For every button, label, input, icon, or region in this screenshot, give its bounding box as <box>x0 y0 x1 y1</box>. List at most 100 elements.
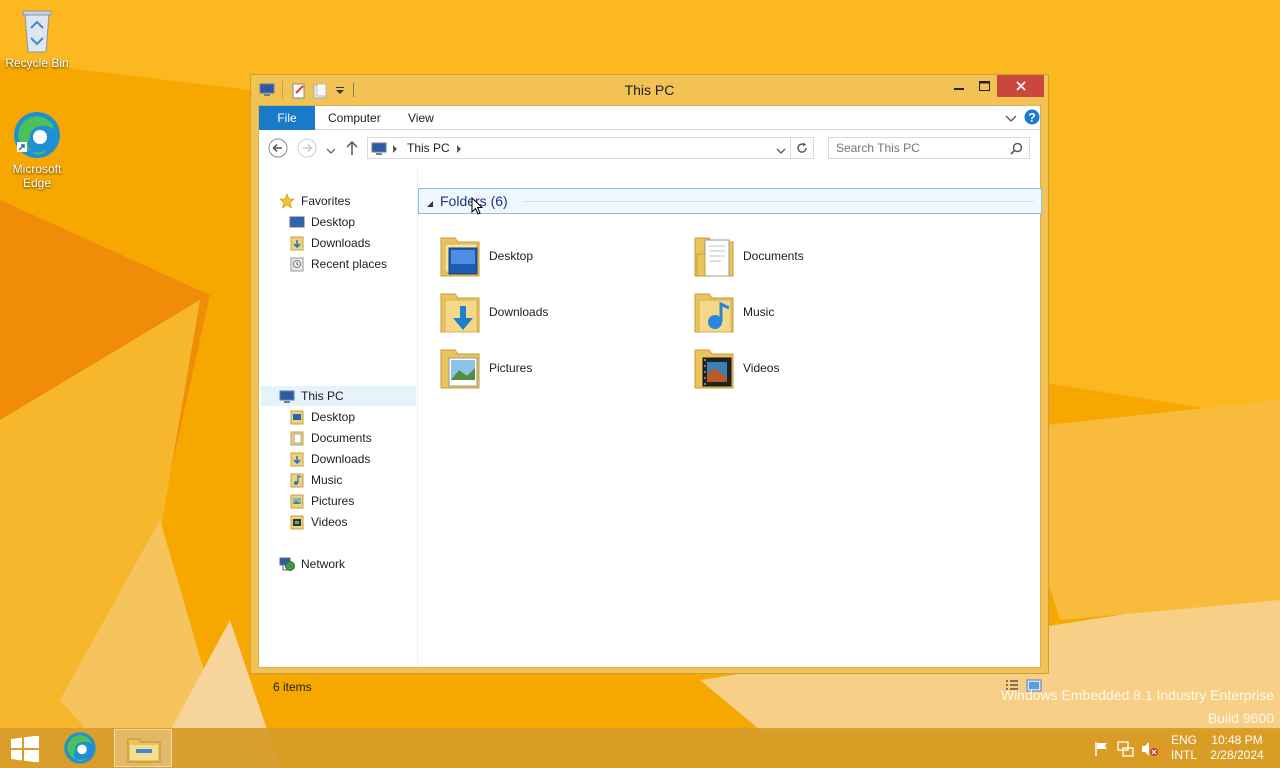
language-code: ENG <box>1171 733 1198 747</box>
back-button[interactable] <box>268 138 288 161</box>
documents-folder-icon <box>290 431 304 446</box>
nav-pc-videos[interactable]: Videos <box>289 512 347 532</box>
music-folder-icon <box>290 473 304 488</box>
this-pc-small-icon <box>371 140 387 159</box>
folder-desktop[interactable]: Desktop <box>439 230 533 282</box>
nav-favorites-downloads[interactable]: Downloads <box>289 233 370 253</box>
desktop-icon-edge[interactable]: Microsoft Edge <box>1 110 73 190</box>
nav-this-pc[interactable]: This PC <box>261 386 416 406</box>
folder-music[interactable]: Music <box>693 286 774 338</box>
nav-this-pc-label: This PC <box>301 389 344 403</box>
taskbar-explorer-button[interactable] <box>114 729 172 767</box>
recycle-bin-label: Recycle Bin <box>5 56 69 70</box>
ribbon-expand-chevron-icon[interactable] <box>1005 113 1017 127</box>
nav-pc-pictures[interactable]: Pictures <box>289 491 354 511</box>
search-input[interactable] <box>829 138 999 158</box>
refresh-button[interactable] <box>791 137 814 159</box>
videos-folder-icon <box>290 515 304 530</box>
close-icon <box>1015 81 1026 91</box>
edge-icon <box>64 732 96 764</box>
folder-label: Music <box>743 305 775 319</box>
group-header-folders[interactable]: Folders (6) <box>418 188 1042 214</box>
maximize-icon <box>979 81 990 91</box>
network-tray-icon[interactable] <box>1117 740 1135 761</box>
maximize-button[interactable] <box>972 75 997 97</box>
back-arrow-icon <box>268 138 288 158</box>
search-box <box>828 137 1030 159</box>
address-bar[interactable]: This PC <box>367 137 791 159</box>
action-center-flag-icon[interactable] <box>1094 741 1110 760</box>
documents-folder-icon <box>694 237 734 277</box>
folder-label: Documents <box>743 249 804 263</box>
nav-favorites[interactable]: Favorites <box>279 191 350 211</box>
nav-pc-documents[interactable]: Documents <box>289 428 372 448</box>
collapse-triangle-icon <box>426 197 434 211</box>
ribbon: File Computer View ? <box>259 106 1040 130</box>
folder-label: Videos <box>743 361 780 375</box>
input-language-indicator[interactable]: ENG INTL <box>1171 733 1197 763</box>
nav-item-label: Desktop <box>311 215 356 229</box>
music-folder-icon <box>694 293 734 333</box>
nav-item-label: Pictures <box>311 494 355 508</box>
folder-videos[interactable]: Videos <box>693 342 779 394</box>
explorer-window: This PC File Computer View ? This PC Sea… <box>250 74 1049 694</box>
nav-pc-music[interactable]: Music <box>289 470 342 490</box>
tab-computer[interactable]: Computer <box>318 106 391 130</box>
recycle-bin-icon <box>22 10 52 53</box>
clock[interactable]: 10:48 PM 2/28/2024 <box>1207 733 1267 763</box>
keyboard-layout: INTL <box>1171 748 1198 762</box>
edge-icon <box>14 112 60 158</box>
watermark-edition: Windows Embedded 8.1 Industry Enterprise <box>1000 687 1274 703</box>
folder-downloads[interactable]: Downloads <box>439 286 548 338</box>
folder-label: Desktop <box>489 249 534 263</box>
window-title: This PC <box>624 82 675 98</box>
breadcrumb-next-separator-icon[interactable] <box>456 143 462 157</box>
nav-pc-downloads[interactable]: Downloads <box>289 449 370 469</box>
desktop-folder-icon <box>440 237 480 277</box>
status-items-count: 6 items <box>273 680 312 694</box>
navigation-pane: Favorites Desktop Downloads Recent place… <box>259 166 417 668</box>
nav-item-label: Recent places <box>311 257 388 271</box>
navigation-bar: This PC <box>259 130 1040 166</box>
os-watermark: Windows Embedded 8.1 Industry Enterprise… <box>1001 684 1274 730</box>
title-bar[interactable]: This PC <box>251 75 1048 105</box>
taskbar-edge-button[interactable] <box>62 731 98 768</box>
tab-file[interactable]: File <box>259 106 315 130</box>
nav-item-label: Documents <box>311 431 372 445</box>
help-icon[interactable]: ? <box>1024 109 1040 128</box>
desktop-icon-recycle-bin[interactable]: Recycle Bin <box>1 6 73 70</box>
recent-locations-chevron-icon[interactable] <box>326 145 336 159</box>
search-icon[interactable] <box>1010 142 1023 158</box>
forward-button[interactable] <box>297 138 317 161</box>
nav-network[interactable]: Network <box>279 554 345 574</box>
folder-documents[interactable]: Documents <box>693 230 804 282</box>
nav-favorites-recent-places[interactable]: Recent places <box>289 254 387 274</box>
desktop-icon <box>289 216 305 228</box>
network-icon <box>279 557 295 571</box>
close-button[interactable] <box>997 75 1044 97</box>
nav-network-label: Network <box>301 557 346 571</box>
tab-view[interactable]: View <box>398 106 444 130</box>
taskbar: ENG INTL 10:48 PM 2/28/2024 <box>0 728 1280 768</box>
downloads-folder-icon <box>290 452 304 467</box>
nav-favorites-desktop[interactable]: Desktop <box>289 212 355 232</box>
folder-label: Pictures <box>489 361 533 375</box>
up-button[interactable] <box>345 140 359 159</box>
folder-pictures[interactable]: Pictures <box>439 342 532 394</box>
minimize-button[interactable] <box>946 75 972 97</box>
recent-places-icon <box>290 257 304 272</box>
address-history-chevron-icon[interactable] <box>776 145 786 159</box>
nav-item-label: Desktop <box>311 410 356 424</box>
nav-item-label: Music <box>311 473 343 487</box>
downloads-folder-icon <box>290 236 304 251</box>
start-button[interactable] <box>11 735 39 765</box>
nav-item-label: Downloads <box>311 452 371 466</box>
nav-pc-desktop[interactable]: Desktop <box>289 407 355 427</box>
clock-time: 10:48 PM <box>1211 733 1263 747</box>
windows-logo-icon <box>11 735 39 763</box>
breadcrumb-this-pc[interactable]: This PC <box>407 141 450 155</box>
group-divider <box>524 201 1034 202</box>
pictures-folder-icon <box>440 349 480 389</box>
breadcrumb-separator-icon[interactable] <box>392 143 398 157</box>
volume-muted-icon[interactable] <box>1141 740 1159 761</box>
